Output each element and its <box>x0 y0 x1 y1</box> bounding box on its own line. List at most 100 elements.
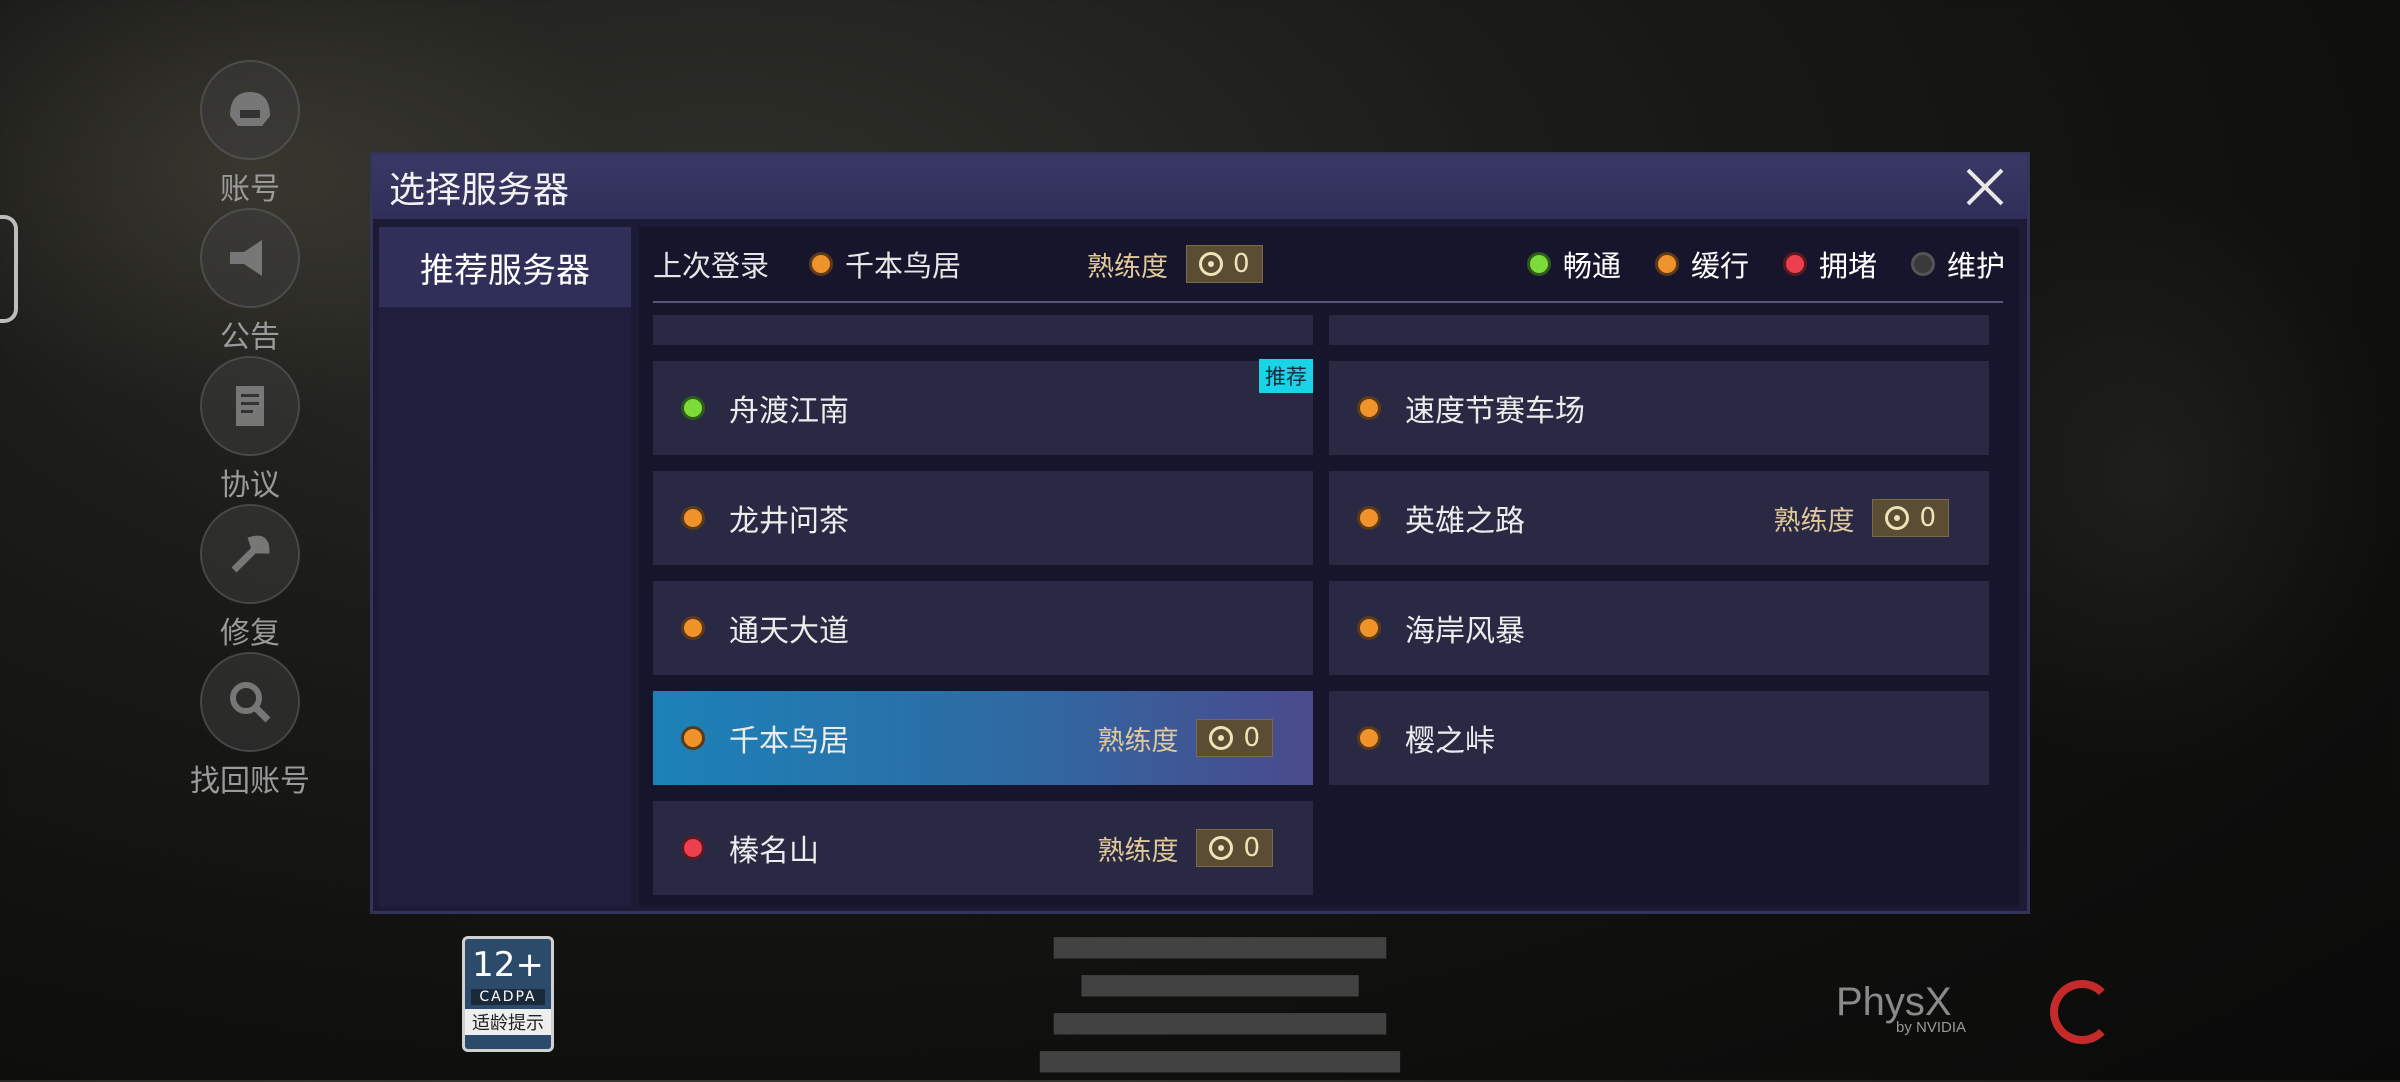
green-dot-icon <box>681 396 705 420</box>
proficiency-badge: 0 <box>1196 719 1273 757</box>
proficiency-value: 0 <box>1243 723 1260 753</box>
legend-label: 畅通 <box>1562 249 1621 283</box>
server-tile[interactable]: 英雄之路 熟练度 0 <box>1329 471 1989 565</box>
legend-item-congested: 拥堵 <box>1782 243 1877 285</box>
steering-wheel-icon <box>1209 836 1234 860</box>
status-legend: 畅通 缓行 拥堵 维护 <box>1526 227 2005 301</box>
legal-line-placeholder: ██████████████████████████ <box>1040 1052 1400 1073</box>
age-rating-badge[interactable]: 12+ CADPA 适龄提示 <box>462 936 554 1052</box>
server-proficiency: 熟练度 0 <box>1097 719 1273 758</box>
proficiency-badge: 0 <box>1196 829 1273 867</box>
edge-hexagon-button[interactable] <box>0 215 18 323</box>
orange-dot-icon <box>681 616 705 640</box>
steering-wheel-icon <box>1885 506 1910 530</box>
age-rating: 12+ <box>472 945 544 985</box>
gray-dot-icon <box>1910 252 1935 276</box>
server-name: 龙井问茶 <box>729 504 849 539</box>
side-item-label: 修复 <box>220 616 280 651</box>
server-name: 榛名山 <box>729 834 819 869</box>
server-category-sidebar: 推荐服务器 <box>379 227 631 907</box>
proficiency-badge: 0 <box>1186 245 1263 283</box>
red-dot-icon <box>1782 252 1807 276</box>
legend-item-smooth: 畅通 <box>1526 243 1621 285</box>
proficiency-value: 0 <box>1919 503 1936 533</box>
server-tile-partial[interactable] <box>1329 315 1989 345</box>
side-item-label: 公告 <box>220 320 280 355</box>
last-login-label: 上次登录 <box>653 249 770 283</box>
server-tile[interactable]: 樱之峠 <box>1329 691 1989 785</box>
server-tile-selected[interactable]: 千本鸟居 熟练度 0 <box>653 691 1313 785</box>
age-rating-org: CADPA <box>471 989 545 1005</box>
close-button[interactable] <box>1961 163 2009 211</box>
server-tile[interactable]: 海岸风暴 <box>1329 581 1989 675</box>
orange-dot-icon <box>1357 616 1381 640</box>
legend-item-slow: 缓行 <box>1654 243 1749 285</box>
server-proficiency: 熟练度 0 <box>1097 829 1273 868</box>
server-proficiency: 熟练度 0 <box>1773 499 1949 538</box>
server-name: 速度节赛车场 <box>1405 394 1585 429</box>
last-login-server[interactable]: 千本鸟居 <box>845 243 961 285</box>
wrench-icon <box>200 504 300 604</box>
physx-logo: PhysX by NVIDIA <box>1836 980 1966 1036</box>
orange-dot-icon <box>1357 726 1381 750</box>
proficiency-label: 熟练度 <box>1097 725 1179 757</box>
side-item-repair[interactable]: 修复 <box>180 504 320 652</box>
server-name: 千本鸟居 <box>729 724 849 759</box>
server-tile[interactable]: 龙井问茶 <box>653 471 1313 565</box>
proficiency-value: 0 <box>1233 249 1250 279</box>
legal-line-placeholder: ████████████████████████ <box>1053 1014 1387 1035</box>
legal-line-placeholder: ████████████████████████ <box>1053 938 1387 959</box>
proficiency-label: 熟练度 <box>1087 251 1169 283</box>
tab-recommended-servers[interactable]: 推荐服务器 <box>379 227 631 307</box>
steering-wheel-icon <box>1209 726 1234 750</box>
publisher-logo-icon <box>2050 980 2114 1044</box>
side-item-agreement[interactable]: 协议 <box>180 356 320 504</box>
side-item-label: 账号 <box>220 172 280 207</box>
dialog-title: 选择服务器 <box>389 170 570 211</box>
legal-line-placeholder: ████████████████████ <box>1081 976 1359 997</box>
server-tile[interactable]: 榛名山 熟练度 0 <box>653 801 1313 895</box>
server-name: 海岸风暴 <box>1405 614 1525 649</box>
legend-item-maintenance: 维护 <box>1910 243 2005 285</box>
legend-label: 缓行 <box>1690 249 1749 283</box>
server-select-dialog: 选择服务器 推荐服务器 上次登录 千本鸟居 熟练度 0 畅通 缓行 拥堵 维护 <box>370 152 2030 914</box>
legend-label: 拥堵 <box>1818 249 1877 283</box>
server-name: 英雄之路 <box>1405 504 1525 539</box>
side-item-recover-account[interactable]: 找回账号 <box>180 652 320 800</box>
document-icon <box>200 356 300 456</box>
side-item-notice[interactable]: 公告 <box>180 208 320 356</box>
proficiency-value: 0 <box>1243 833 1260 863</box>
megaphone-icon <box>200 208 300 308</box>
server-list-panel: 上次登录 千本鸟居 熟练度 0 畅通 缓行 拥堵 维护 舟渡江南 推荐 速度节赛… <box>639 227 2019 907</box>
server-tile-partial[interactable] <box>653 315 1313 345</box>
side-item-label: 找回账号 <box>190 764 310 799</box>
orange-dot-icon <box>1654 252 1679 276</box>
proficiency-label: 熟练度 <box>1097 835 1179 867</box>
server-tile[interactable]: 舟渡江南 推荐 <box>653 359 1313 455</box>
steering-wheel-icon <box>1199 252 1224 276</box>
server-name: 樱之峠 <box>1405 724 1495 759</box>
orange-dot-icon <box>681 506 705 530</box>
side-item-label: 协议 <box>220 468 280 503</box>
side-item-account[interactable]: 账号 <box>180 60 320 208</box>
nvidia-text: by NVIDIA <box>1896 1019 1967 1036</box>
orange-dot-icon <box>1357 506 1381 530</box>
dialog-header: 选择服务器 <box>373 155 2027 219</box>
proficiency-label: 熟练度 <box>1773 505 1855 537</box>
legal-footer-blurred: ████████████████████████ ███████████████… <box>740 930 1700 1082</box>
status-dot-icon <box>809 252 834 276</box>
red-dot-icon <box>681 836 705 860</box>
magnifier-icon <box>200 652 300 752</box>
physx-text: PhysX <box>1836 980 1952 1024</box>
age-rating-tip: 适龄提示 <box>465 1009 551 1035</box>
proficiency-badge: 0 <box>1872 499 1949 537</box>
legend-label: 维护 <box>1946 249 2005 283</box>
green-dot-icon <box>1526 252 1551 276</box>
server-tile[interactable]: 速度节赛车场 <box>1329 361 1989 455</box>
orange-dot-icon <box>681 726 705 750</box>
server-name: 通天大道 <box>729 614 849 649</box>
server-tile[interactable]: 通天大道 <box>653 581 1313 675</box>
orange-dot-icon <box>1357 396 1381 420</box>
server-name: 舟渡江南 <box>729 394 849 429</box>
recommend-tag: 推荐 <box>1259 359 1313 393</box>
